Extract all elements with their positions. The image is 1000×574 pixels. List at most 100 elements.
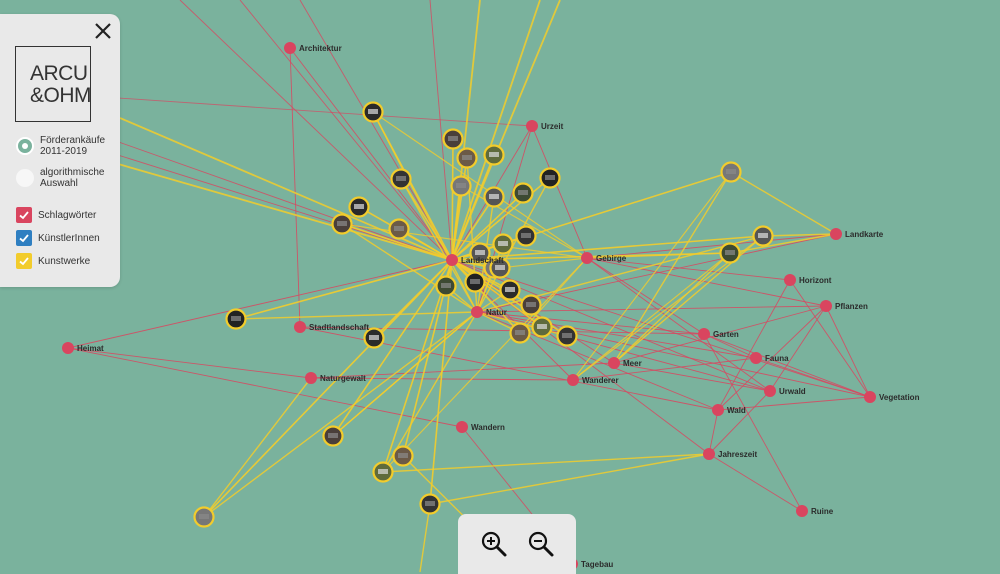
artwork-node[interactable] xyxy=(464,271,486,293)
checkbox-kuenstlerinnen[interactable] xyxy=(16,230,32,246)
network-graph[interactable]: Architektur Urzeit Landkarte Landschaft Gebi… xyxy=(0,0,1000,572)
artwork-node[interactable] xyxy=(348,196,370,218)
radio-algorithmische-auswahl[interactable]: algorithmische Auswahl xyxy=(16,167,110,189)
keyword-dot[interactable] xyxy=(446,254,458,266)
keyword-node-horizont[interactable]: Horizont xyxy=(784,274,832,286)
checkbox-kunstwerke[interactable] xyxy=(16,253,32,269)
radio-selected-indicator[interactable] xyxy=(16,137,34,155)
keyword-node-stadtlandschaft[interactable]: Stadtlandschaft xyxy=(294,321,369,333)
checkbox-schlagwoerter[interactable] xyxy=(16,207,32,223)
artwork-node[interactable] xyxy=(362,101,384,123)
keyword-dot[interactable] xyxy=(820,300,832,312)
keyword-node-pflanzen[interactable]: Pflanzen xyxy=(820,300,868,312)
artwork-image-detail xyxy=(505,287,515,292)
artwork-node[interactable] xyxy=(450,175,472,197)
keyword-dot[interactable] xyxy=(796,505,808,517)
keyword-label: Landkarte xyxy=(845,230,884,239)
keyword-node-garten[interactable]: Garten xyxy=(698,328,739,340)
zoom-in-icon[interactable] xyxy=(480,530,508,558)
filter-kunstwerke[interactable]: Kunstwerke xyxy=(16,253,90,269)
artwork-node[interactable] xyxy=(752,225,774,247)
keyword-node-gebirge[interactable]: Gebirge xyxy=(581,252,627,264)
artwork-node[interactable] xyxy=(720,161,742,183)
artwork-node[interactable] xyxy=(419,493,441,515)
keyword-dot[interactable] xyxy=(62,342,74,354)
keyword-label: Wandern xyxy=(471,423,505,432)
artwork-node[interactable] xyxy=(539,167,561,189)
radio-indicator[interactable] xyxy=(16,169,34,187)
keyword-dot[interactable] xyxy=(712,404,724,416)
keyword-node-wandern[interactable]: Wandern xyxy=(456,421,505,433)
keyword-label: Ruine xyxy=(811,507,834,516)
artwork-node[interactable] xyxy=(483,144,505,166)
keyword-dot[interactable] xyxy=(456,421,468,433)
keyword-dot[interactable] xyxy=(526,120,538,132)
keyword-dot[interactable] xyxy=(830,228,842,240)
graph-edge xyxy=(572,252,731,381)
keyword-node-wald[interactable]: Wald xyxy=(712,404,746,416)
artwork-node[interactable] xyxy=(442,128,464,150)
keyword-dot[interactable] xyxy=(864,391,876,403)
artwork-node[interactable] xyxy=(509,322,531,344)
graph-edge xyxy=(429,259,453,505)
artwork-node[interactable] xyxy=(483,186,505,208)
keyword-node-urwald[interactable]: Urwald xyxy=(764,385,806,397)
keyword-dot[interactable] xyxy=(581,252,593,264)
artwork-node[interactable] xyxy=(193,506,215,528)
artwork-node[interactable] xyxy=(531,316,553,338)
keyword-label: Horizont xyxy=(799,276,832,285)
artwork-node[interactable] xyxy=(331,213,353,235)
keyword-dot[interactable] xyxy=(698,328,710,340)
keyword-dot[interactable] xyxy=(703,448,715,460)
keyword-node-natur[interactable]: Natur xyxy=(471,306,507,318)
artwork-node[interactable] xyxy=(719,242,741,264)
artwork-node[interactable] xyxy=(512,182,534,204)
keyword-node-naturgewalt[interactable]: Naturgewalt xyxy=(305,372,366,384)
keyword-dot[interactable] xyxy=(471,306,483,318)
keyword-node-jahreszeit[interactable]: Jahreszeit xyxy=(703,448,757,460)
graph-edge xyxy=(203,377,312,518)
artwork-node[interactable] xyxy=(322,425,344,447)
artwork-node[interactable] xyxy=(499,279,521,301)
keyword-dot[interactable] xyxy=(750,352,762,364)
keyword-node-landkarte[interactable]: Landkarte xyxy=(830,228,884,240)
artwork-node[interactable] xyxy=(388,218,410,240)
artwork-image-detail xyxy=(498,241,508,246)
keyword-node-wanderer[interactable]: Wanderer xyxy=(567,374,619,386)
artwork-node[interactable] xyxy=(520,294,542,316)
keyword-dot[interactable] xyxy=(305,372,317,384)
keyword-node-fauna[interactable]: Fauna xyxy=(750,352,789,364)
keyword-node-landschaft[interactable]: Landschaft xyxy=(446,254,504,266)
keyword-dot[interactable] xyxy=(784,274,796,286)
artwork-node[interactable] xyxy=(372,461,394,483)
artwork-node[interactable] xyxy=(435,275,457,297)
artwork-node[interactable] xyxy=(556,325,578,347)
keyword-node-architektur[interactable]: Architektur xyxy=(284,42,342,54)
artwork-node[interactable] xyxy=(225,308,247,330)
filter-schlagwoerter[interactable]: Schlagwörter xyxy=(16,207,96,223)
artwork-image-detail xyxy=(394,226,404,231)
artwork-node[interactable] xyxy=(392,445,414,467)
keyword-node-heimat[interactable]: Heimat xyxy=(62,342,104,354)
radio-foerderankaeufe[interactable]: Förderankäufe 2011-2019 xyxy=(16,135,110,157)
keyword-dot[interactable] xyxy=(284,42,296,54)
artwork-node[interactable] xyxy=(456,147,478,169)
artwork-node[interactable] xyxy=(390,168,412,190)
artwork-node[interactable] xyxy=(492,233,514,255)
keyword-dot[interactable] xyxy=(294,321,306,333)
artwork-image-detail xyxy=(489,152,499,157)
zoom-out-icon[interactable] xyxy=(527,530,555,558)
filter-kuenstlerinnen[interactable]: KünstlerInnen xyxy=(16,230,100,246)
keyword-dot[interactable] xyxy=(764,385,776,397)
keyword-node-ruine[interactable]: Ruine xyxy=(796,505,834,517)
artwork-node[interactable] xyxy=(515,225,537,247)
keyword-node-urzeit[interactable]: Urzeit xyxy=(526,120,564,132)
keyword-dot[interactable] xyxy=(567,374,579,386)
close-icon[interactable] xyxy=(92,20,114,42)
keyword-node-vegetation[interactable]: Vegetation xyxy=(864,391,920,403)
keyword-dot[interactable] xyxy=(608,357,620,369)
artwork-image-detail xyxy=(725,250,735,255)
filter-panel: ARCU &OHM Förderankäufe 2011-2019 algori… xyxy=(0,14,120,287)
keyword-node-meer[interactable]: Meer xyxy=(608,357,642,369)
graph-edge xyxy=(67,259,453,349)
